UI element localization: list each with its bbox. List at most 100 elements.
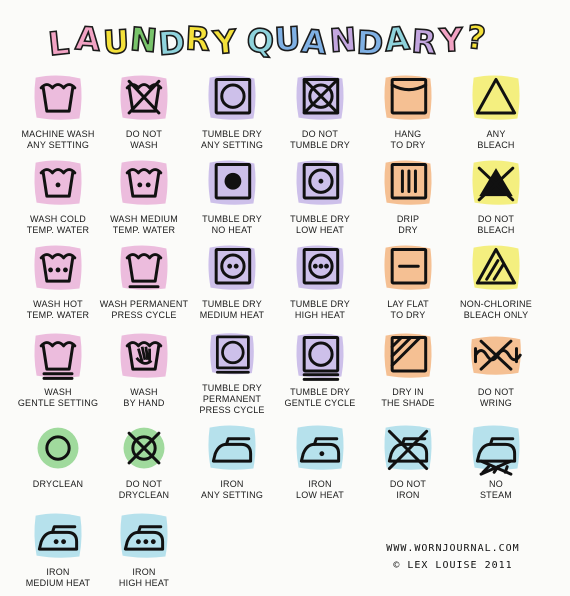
symbol-label: WASH PERMANENT PRESS CYCLE — [99, 299, 189, 320]
iron-one-dot-icon — [296, 425, 344, 470]
title-letter: D — [356, 23, 385, 62]
iron-three-dots-icon — [120, 513, 168, 558]
iron-icon — [208, 425, 256, 470]
title-letter: R — [184, 19, 211, 58]
hang-dry-icon — [384, 75, 432, 120]
title-letter: Y — [438, 20, 465, 59]
symbol-cell: IRON ANY SETTING — [184, 422, 280, 508]
symbol-cell: DO NOT WASH — [96, 72, 192, 158]
title-letter: U — [102, 22, 130, 61]
symbol-label: MACHINE WASH ANY SETTING — [21, 129, 95, 150]
symbol-label: DO NOT TUMBLE DRY — [290, 129, 350, 150]
tumble-dry-crossed-icon — [296, 75, 344, 120]
iron-two-dots-icon — [34, 513, 82, 558]
symbol-label: TUMBLE DRY ANY SETTING — [200, 129, 264, 150]
tumble-dry-no-heat-icon — [208, 160, 256, 205]
symbol-cell: DRIP DRY — [360, 157, 456, 243]
symbol-label: HANG TO DRY — [390, 129, 426, 150]
credit-url: WWW.WORNJOURNAL.COM — [386, 543, 520, 554]
symbol-label: DO NOT DRYCLEAN — [118, 479, 170, 500]
dry-in-shade-icon — [384, 333, 432, 378]
symbol-cell: DO NOT IRON — [360, 422, 456, 508]
symbol-cell: DO NOT WRING — [448, 330, 544, 416]
no-steam-icon — [472, 425, 520, 476]
symbol-label: DRY IN THE SHADE — [381, 387, 435, 408]
credit-copyright: © LEX LOUISE 2011 — [393, 560, 513, 571]
title-lettering: L A UNDR Y QUA NDA R Y? — [46, 17, 489, 64]
tumble-dry-one-dot-icon — [296, 160, 344, 205]
symbol-label: WASH MEDIUM TEMP. WATER — [110, 214, 178, 235]
symbol-cell: IRON LOW HEAT — [272, 422, 368, 508]
symbol-cell: TUMBLE DRY GENTLE CYCLE — [272, 330, 368, 416]
symbol-label: DO NOT BLEACH — [477, 214, 515, 235]
symbol-label: WASH COLD TEMP. WATER — [26, 214, 90, 235]
drip-dry-icon — [384, 160, 432, 205]
symbol-label: WASH HOT TEMP. WATER — [26, 299, 90, 320]
symbol-label: TUMBLE DRY MEDIUM HEAT — [199, 299, 265, 320]
symbol-cell: TUMBLE DRY MEDIUM HEAT — [184, 242, 280, 328]
symbol-cell: ANY BLEACH — [448, 72, 544, 158]
bleach-triangle-icon — [472, 75, 520, 120]
symbol-cell: WASH HOT TEMP. WATER — [10, 242, 106, 328]
symbol-cell: WASH MEDIUM TEMP. WATER — [96, 157, 192, 243]
symbol-cell: WASH GENTLE SETTING — [10, 330, 106, 416]
do-not-dryclean-icon — [123, 427, 165, 469]
symbol-label: DRIP DRY — [396, 214, 420, 235]
title-letter: ? — [465, 18, 487, 58]
symbol-cell: IRON HIGH HEAT — [96, 510, 192, 596]
symbol-cell: NO STEAM — [448, 422, 544, 508]
symbol-label: WASH GENTLE SETTING — [17, 387, 99, 408]
symbol-cell: TUMBLE DRY LOW HEAT — [272, 157, 368, 243]
title-letter: Y — [211, 22, 239, 62]
symbol-cell: WASH BY HAND — [96, 330, 192, 416]
symbol-cell: DRY IN THE SHADE — [360, 330, 456, 416]
non-chlorine-bleach-icon — [472, 245, 520, 290]
dryclean-icon — [37, 427, 79, 469]
symbol-label: TUMBLE DRY NO HEAT — [202, 214, 262, 235]
tumble-dry-two-dots-icon — [208, 245, 256, 290]
symbol-label: IRON LOW HEAT — [296, 479, 344, 500]
symbol-cell: NON-CHLORINE BLEACH ONLY — [448, 242, 544, 328]
washtub-icon — [34, 75, 82, 120]
credit: WWW.WORNJOURNAL.COM © LEX LOUISE 2011 — [358, 540, 548, 574]
symbol-cell: TUMBLE DRY NO HEAT — [184, 157, 280, 243]
symbol-label: TUMBLE DRY HIGH HEAT — [290, 299, 350, 320]
symbol-label: DO NOT WRING — [477, 387, 515, 408]
symbol-label: ANY BLEACH — [477, 129, 515, 150]
tumble-dry-gentle-icon — [296, 333, 344, 381]
symbol-cell: TUMBLE DRY ANY SETTING — [184, 72, 280, 158]
symbol-cell: WASH COLD TEMP. WATER — [10, 157, 106, 243]
symbol-label: NON-CHLORINE BLEACH ONLY — [460, 299, 532, 320]
title-letter: R — [410, 22, 437, 62]
tumble-dry-three-dots-icon — [296, 245, 344, 290]
symbol-label: DO NOT WASH — [125, 129, 163, 150]
symbol-label: IRON MEDIUM HEAT — [25, 567, 91, 588]
washtub-crossed-icon — [120, 75, 168, 120]
do-not-wring-icon — [471, 336, 522, 375]
hand-wash-icon — [120, 333, 168, 378]
symbol-label: IRON HIGH HEAT — [118, 567, 170, 588]
symbol-cell: HANG TO DRY — [360, 72, 456, 158]
lay-flat-icon — [384, 245, 432, 290]
symbol-cell: DO NOT TUMBLE DRY — [272, 72, 368, 158]
do-not-iron-icon — [384, 425, 432, 471]
symbol-label: TUMBLE DRY LOW HEAT — [290, 214, 350, 235]
wash-permanent-press-icon — [120, 245, 168, 290]
title-letter: U — [274, 19, 302, 58]
tumble-dry-permanent-press-icon — [210, 333, 254, 375]
title-letter: N — [328, 20, 357, 60]
title-letter: L — [47, 23, 71, 63]
wash-one-dot-icon — [34, 160, 82, 205]
symbol-label: LAY FLAT TO DRY — [387, 299, 429, 320]
symbol-label: DO NOT IRON — [389, 479, 427, 500]
symbol-cell: IRON MEDIUM HEAT — [10, 510, 106, 596]
symbol-cell: TUMBLE DRY PERMANENT PRESS CYCLE — [184, 330, 280, 416]
symbol-cell: DO NOT BLEACH — [448, 157, 544, 243]
wash-gentle-icon — [34, 333, 82, 380]
title-letter: A — [74, 19, 102, 59]
symbol-cell: TUMBLE DRY HIGH HEAT — [272, 242, 368, 328]
title-letter: D — [157, 23, 186, 63]
title-letter: A — [383, 19, 411, 59]
title-letter: N — [129, 20, 159, 60]
title-letter: A — [300, 22, 328, 62]
